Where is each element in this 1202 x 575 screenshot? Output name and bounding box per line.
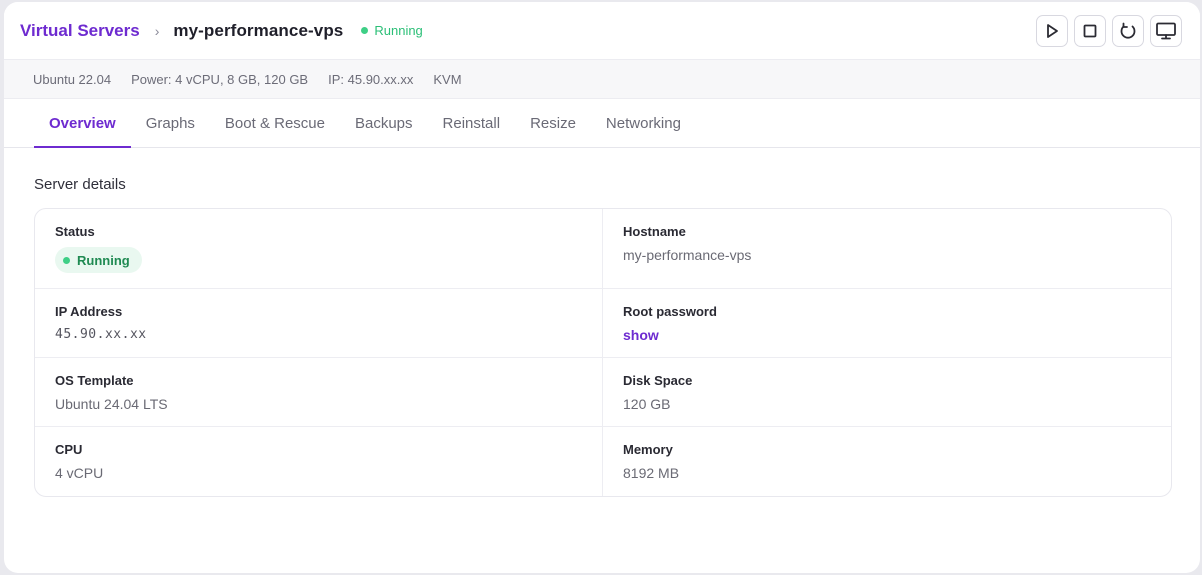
hostname-value: my-performance-vps bbox=[623, 247, 752, 263]
detail-label: Memory bbox=[623, 442, 673, 457]
detail-ip-address: IP Address 45.90.xx.xx bbox=[35, 289, 603, 358]
server-meta-bar: Ubuntu 22.04 Power: 4 vCPU, 8 GB, 120 GB… bbox=[4, 59, 1200, 99]
tab-resize[interactable]: Resize bbox=[515, 99, 591, 147]
page-title: my-performance-vps bbox=[173, 20, 344, 40]
detail-label: CPU bbox=[55, 442, 83, 457]
disk-space-value: 120 GB bbox=[623, 396, 671, 412]
play-icon bbox=[1047, 23, 1058, 38]
detail-label: Status bbox=[55, 224, 95, 239]
tab-networking[interactable]: Networking bbox=[591, 99, 696, 147]
detail-label: Disk Space bbox=[623, 373, 693, 388]
detail-memory: Memory 8192 MB bbox=[603, 427, 1171, 496]
monitor-icon bbox=[1156, 22, 1176, 39]
section-title: Server details bbox=[34, 176, 126, 193]
detail-status: Status Running bbox=[35, 209, 603, 289]
server-actions bbox=[1036, 14, 1182, 47]
detail-root-password: Root password show bbox=[603, 289, 1171, 358]
tab-bar: Overview Graphs Boot & Rescue Backups Re… bbox=[4, 99, 1200, 148]
tab-reinstall[interactable]: Reinstall bbox=[428, 99, 516, 147]
status-pill: Running bbox=[55, 247, 142, 273]
console-button[interactable] bbox=[1150, 14, 1182, 47]
os-template-value: Ubuntu 24.04 LTS bbox=[55, 396, 168, 412]
ip-address-value: 45.90.xx.xx bbox=[55, 327, 147, 342]
detail-disk-space: Disk Space 120 GB bbox=[603, 358, 1171, 427]
start-button[interactable] bbox=[1036, 14, 1068, 47]
server-details-card: Status Running Hostname my-performance-v… bbox=[34, 208, 1172, 497]
status-badge: Running bbox=[361, 23, 423, 38]
detail-label: IP Address bbox=[55, 304, 123, 319]
cpu-value: 4 vCPU bbox=[55, 465, 104, 481]
tab-graphs[interactable]: Graphs bbox=[131, 99, 210, 147]
server-panel: Virtual Servers › my-performance-vps Run… bbox=[4, 2, 1200, 573]
meta-ip: IP: 45.90.xx.xx bbox=[328, 71, 414, 87]
status-dot-icon bbox=[63, 256, 70, 264]
memory-value: 8192 MB bbox=[623, 465, 680, 481]
meta-power: Power: 4 vCPU, 8 GB, 120 GB bbox=[131, 71, 309, 87]
detail-hostname: Hostname my-performance-vps bbox=[603, 209, 1171, 289]
status-dot-icon bbox=[361, 27, 369, 34]
restart-button[interactable] bbox=[1112, 14, 1144, 47]
detail-label: OS Template bbox=[55, 373, 134, 388]
meta-virtualization: KVM bbox=[433, 71, 462, 87]
detail-os-template: OS Template Ubuntu 24.04 LTS bbox=[35, 358, 603, 427]
breadcrumb-separator-icon: › bbox=[154, 22, 160, 39]
page-header: Virtual Servers › my-performance-vps Run… bbox=[4, 2, 1200, 59]
show-password-link[interactable]: show bbox=[623, 327, 1151, 343]
status-text: Running bbox=[374, 23, 423, 38]
stop-icon bbox=[1083, 24, 1097, 37]
meta-os: Ubuntu 22.04 bbox=[33, 71, 112, 87]
detail-label: Hostname bbox=[623, 224, 686, 239]
tab-backups[interactable]: Backups bbox=[340, 99, 428, 147]
stop-button[interactable] bbox=[1074, 14, 1106, 47]
restart-icon bbox=[1120, 22, 1136, 39]
tab-boot-rescue[interactable]: Boot & Rescue bbox=[210, 99, 340, 147]
status-pill-text: Running bbox=[77, 252, 130, 268]
tab-overview[interactable]: Overview bbox=[34, 99, 131, 148]
detail-cpu: CPU 4 vCPU bbox=[35, 427, 603, 496]
breadcrumb-virtual-servers[interactable]: Virtual Servers bbox=[20, 21, 140, 41]
detail-label: Root password bbox=[623, 304, 717, 319]
